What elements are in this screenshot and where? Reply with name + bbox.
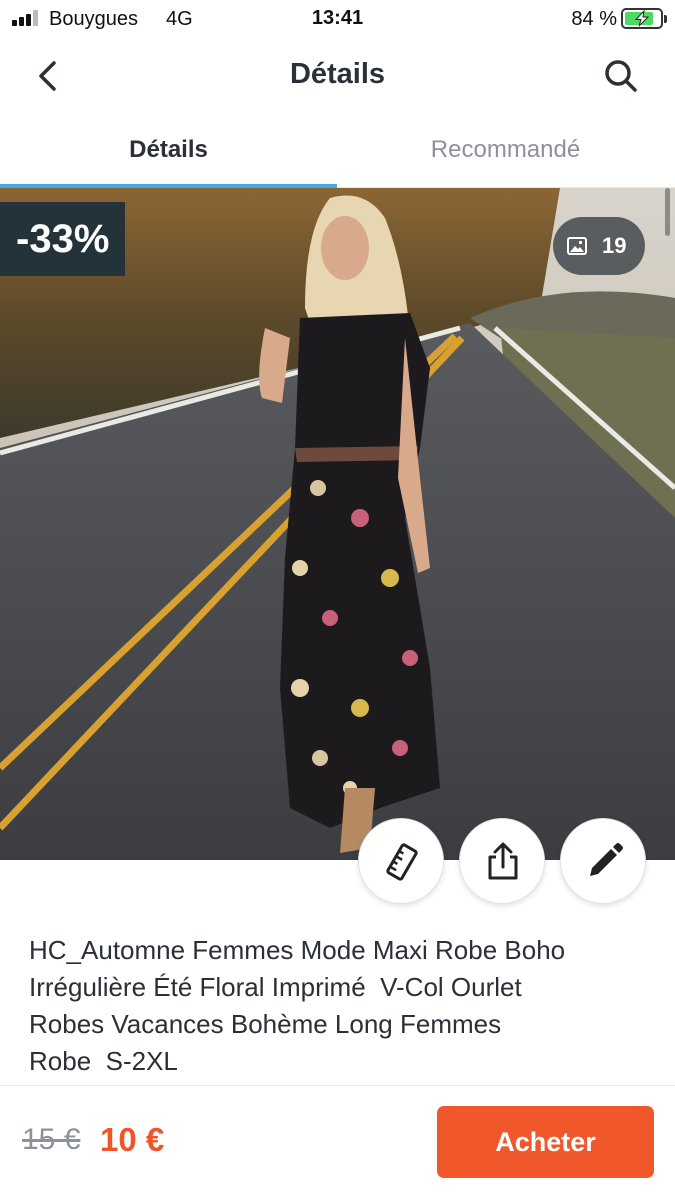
divider [0,1085,675,1086]
buy-button[interactable]: Acheter [437,1106,654,1178]
scrollbar[interactable] [665,188,670,236]
share-button[interactable] [459,818,545,904]
pencil-icon [590,843,623,876]
edit-button[interactable] [560,818,646,904]
share-icon [488,842,518,880]
size-guide-button[interactable] [358,818,444,904]
tab-recommended[interactable]: Recommandé [337,118,674,188]
original-price: 15 € [22,1123,81,1156]
photo-count-badge[interactable]: 19 [553,217,645,275]
navigation-bar: Détails [0,38,675,118]
status-bar: Bouygues 4G 13:41 84 % [0,0,675,38]
product-photo-illustration [0,188,675,860]
product-title: HC_Automne Femmes Mode Maxi Robe Boho Ir… [29,932,655,1080]
discount-badge: -33% [0,202,126,276]
battery-percentage: 84 % [571,8,617,30]
tab-details[interactable]: Détails [0,118,337,188]
image-icon [567,237,587,255]
search-icon[interactable] [601,56,641,96]
ruler-icon [386,843,418,881]
photo-count: 19 [602,233,627,258]
tab-bar: Détails Recommandé [0,118,675,188]
product-title-line: Robes Vacances Bohème Long Femmes [29,1009,502,1039]
product-title-line: HC_Automne Femmes Mode Maxi Robe Boho [29,935,566,965]
product-image[interactable]: -33% 19 [0,188,675,860]
chevron-left-icon[interactable] [30,56,70,96]
product-title-line: Irrégulière Été Floral Imprimé V-Col Our… [29,972,522,1002]
sale-price: 10 € [100,1121,165,1158]
battery-icon [621,8,667,29]
page-title: Détails [289,58,386,90]
product-title-line: Robe S-2XL [29,1046,178,1076]
